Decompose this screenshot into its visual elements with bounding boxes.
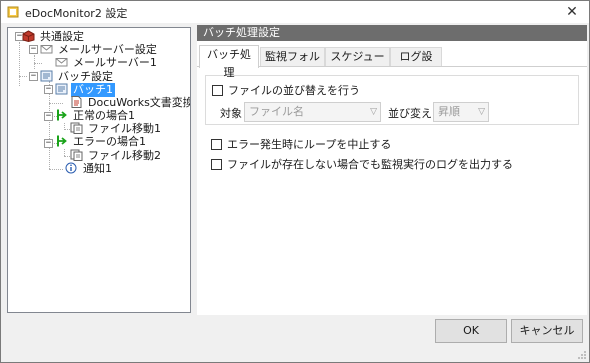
tree-connector xyxy=(19,42,20,86)
tree-node-mail-server-settings[interactable]: メールサーバー設定 xyxy=(40,43,159,57)
checkbox-box xyxy=(212,84,223,96)
close-button[interactable]: ✕ xyxy=(555,1,589,23)
settings-panel: バッチ処理設定 バッチ処理 監視フォルダ スケジュール ログ設定 ファイルの並び… xyxy=(197,25,587,315)
chevron-down-icon: ▽ xyxy=(478,107,485,117)
batch-icon xyxy=(55,83,68,95)
tree-connector xyxy=(34,55,35,69)
tree-node-notify-1[interactable]: 通知1 xyxy=(65,162,114,176)
log-output-checkbox-label: ファイルが存在しない場合でも監視実行のログを出力する xyxy=(227,158,513,171)
sort-checkbox[interactable]: ファイルの並び替えを行う xyxy=(212,82,360,98)
window-title: eDocMonitor2 設定 xyxy=(25,7,128,20)
file-move-icon xyxy=(70,122,83,134)
stop-loop-checkbox-label: エラー発生時にループを中止する xyxy=(227,138,392,151)
app-icon xyxy=(7,6,19,18)
section-header: バッチ処理設定 xyxy=(197,25,587,41)
target-select[interactable]: ファイル名 ▽ xyxy=(244,102,381,122)
settings-window: eDocMonitor2 設定 ✕ − − − − − − 共通設定 メールサー… xyxy=(0,0,590,363)
file-move-icon xyxy=(70,149,83,161)
tree-collapse-toggle[interactable]: − xyxy=(44,85,53,94)
order-select[interactable]: 昇順 ▽ xyxy=(433,102,489,122)
tab-watch-folder[interactable]: 監視フォルダ xyxy=(260,47,325,81)
tree-node-file-move-1[interactable]: ファイル移動1 xyxy=(70,122,163,136)
tree-connector xyxy=(49,81,50,169)
mail-icon xyxy=(40,45,53,54)
tree-node-batch-settings[interactable]: バッチ設定 xyxy=(40,70,115,84)
tree-connector xyxy=(64,149,65,156)
stop-loop-checkbox[interactable]: エラー発生時にループを中止する xyxy=(211,136,391,152)
tree-node-batch-1[interactable]: バッチ1 xyxy=(55,83,115,97)
checkbox-box xyxy=(211,158,222,170)
title-bar: eDocMonitor2 設定 ✕ xyxy=(1,1,589,23)
batch-settings-icon xyxy=(40,70,53,82)
checkbox-box xyxy=(211,138,222,150)
target-label: 対象 xyxy=(220,107,242,120)
target-select-value: ファイル名 xyxy=(249,105,304,118)
tree-collapse-toggle[interactable]: − xyxy=(44,112,53,121)
cancel-button[interactable]: キャンセル xyxy=(511,319,583,343)
settings-tree[interactable]: − − − − − − 共通設定 メールサーバー設定 メールサーバー1 バッチ設… xyxy=(7,27,191,313)
tree-connector xyxy=(49,169,63,170)
sort-checkbox-label: ファイルの並び替えを行う xyxy=(228,84,360,97)
ok-button[interactable]: OK xyxy=(435,319,507,343)
resize-grip-icon[interactable] xyxy=(577,350,587,360)
order-label: 並び変え xyxy=(388,107,432,120)
chevron-down-icon: ▽ xyxy=(370,107,377,117)
document-icon xyxy=(71,96,82,108)
info-icon xyxy=(65,162,77,174)
sort-groupbox: ファイルの並び替えを行う 対象 ファイル名 ▽ 並び変え 昇順 ▽ xyxy=(205,75,579,125)
tree-collapse-toggle[interactable]: − xyxy=(29,72,38,81)
log-output-checkbox[interactable]: ファイルが存在しない場合でも監視実行のログを出力する xyxy=(211,156,513,172)
order-select-value: 昇順 xyxy=(438,105,460,118)
package-icon xyxy=(22,30,35,42)
tree-collapse-toggle[interactable]: − xyxy=(29,45,38,54)
tab-schedule[interactable]: スケジュール xyxy=(325,47,390,81)
tree-node-docuworks-convert-1[interactable]: DocuWorks文書変換1 xyxy=(70,96,190,110)
close-icon: ✕ xyxy=(566,4,578,20)
tree-connector xyxy=(49,103,63,104)
tab-log-settings[interactable]: ログ設定 xyxy=(390,47,442,81)
tab-batch-processing[interactable]: バッチ処理 xyxy=(199,45,259,79)
tree-node-on-error-1[interactable]: エラーの場合1 xyxy=(55,135,148,149)
tree-node-mail-server-1[interactable]: メールサーバー1 xyxy=(55,56,159,70)
tree-node-common-settings[interactable]: 共通設定 xyxy=(22,30,86,44)
green-arrow-icon xyxy=(57,135,67,147)
green-arrow-icon xyxy=(57,109,67,121)
tree-collapse-toggle[interactable]: − xyxy=(44,139,53,148)
tree-connector xyxy=(34,63,42,64)
tab-strip: バッチ処理 監視フォルダ スケジュール ログ設定 xyxy=(197,45,587,81)
tree-connector xyxy=(19,76,27,77)
tree-node-on-success-1[interactable]: 正常の場合1 xyxy=(55,109,137,123)
tab-content: ファイルの並び替えを行う 対象 ファイル名 ▽ 並び変え 昇順 ▽ エラー発生時… xyxy=(197,66,587,315)
tree-node-file-move-2[interactable]: ファイル移動2 xyxy=(70,149,163,163)
mail-icon xyxy=(55,58,68,67)
